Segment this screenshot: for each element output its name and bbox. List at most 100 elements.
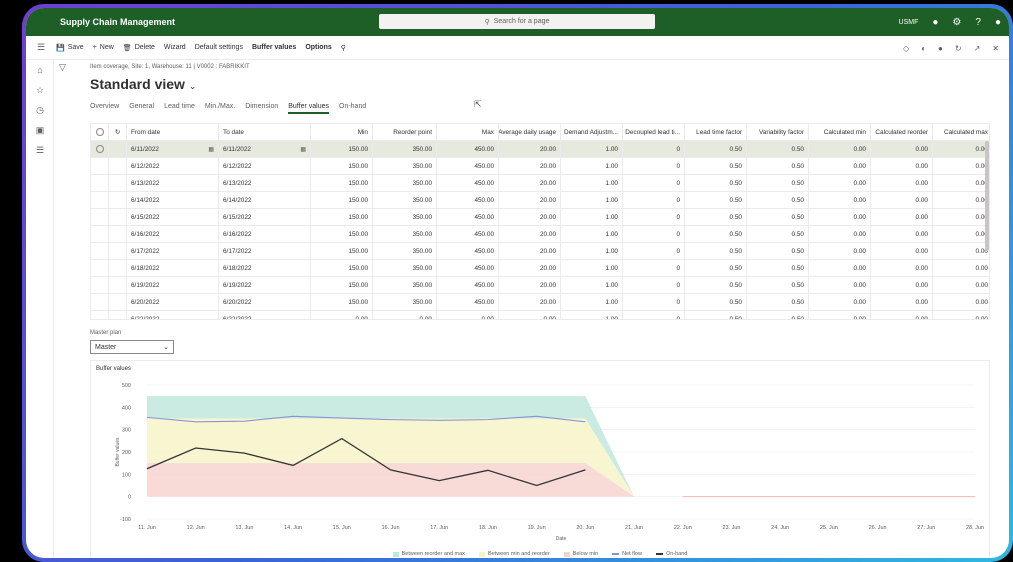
column-header[interactable]: Min bbox=[311, 124, 373, 140]
table-cell: 0.50 bbox=[685, 158, 747, 174]
table-cell[interactable]: 0 bbox=[623, 141, 685, 157]
table-row[interactable]: 6/16/2022 6/16/2022 150.00 350.00 450.00 20.0… bbox=[91, 226, 989, 243]
column-header[interactable]: Max bbox=[437, 124, 499, 140]
row-select-radio[interactable] bbox=[91, 260, 109, 276]
legend-item[interactable]: Between min and reorder bbox=[478, 551, 550, 557]
table-row[interactable]: 6/14/2022 6/14/2022 150.00 350.00 450.00 20.0… bbox=[91, 192, 989, 209]
refresh-icon[interactable]: ↻ bbox=[955, 44, 962, 53]
search-box[interactable]: ⚲ Search for a page bbox=[379, 14, 655, 29]
table-cell[interactable]: 6/11/2022 ▦ bbox=[219, 141, 311, 157]
table-row[interactable]: 6/20/2022 6/20/2022 150.00 350.00 450.00 20.0… bbox=[91, 294, 989, 311]
tab-overview[interactable]: Overview bbox=[90, 103, 119, 114]
bell-icon[interactable]: ● bbox=[932, 17, 938, 28]
column-header[interactable]: Demand Adjustm... bbox=[561, 124, 623, 140]
master-plan-select[interactable]: Master ⌄ bbox=[90, 340, 174, 354]
table-cell: 1.00 bbox=[561, 209, 623, 225]
legend-item[interactable]: On-hand bbox=[655, 551, 687, 557]
table-cell[interactable]: 1.00 bbox=[561, 141, 623, 157]
cell-text: 6/20/2022 bbox=[223, 298, 252, 306]
buffer-values-button[interactable]: Buffer values bbox=[252, 44, 296, 51]
save-button[interactable]: 💾 Save bbox=[56, 44, 84, 52]
tab-dimension[interactable]: Dimension bbox=[245, 103, 278, 114]
calendar-icon[interactable]: ▦ bbox=[300, 146, 306, 153]
table-cell[interactable]: 0.00 bbox=[871, 141, 933, 157]
column-header[interactable]: From date bbox=[127, 124, 219, 140]
star-icon[interactable]: ☆ bbox=[26, 80, 54, 100]
row-select-radio[interactable] bbox=[91, 192, 109, 208]
row-select-radio[interactable] bbox=[91, 243, 109, 259]
options-button[interactable]: Options bbox=[305, 44, 331, 51]
hamburger-icon[interactable]: ☰ bbox=[26, 42, 56, 53]
column-header[interactable]: Lead time factor bbox=[685, 124, 747, 140]
popout-icon[interactable]: ↗ bbox=[974, 44, 981, 53]
table-cell[interactable]: 20.00 bbox=[499, 141, 561, 157]
table-row[interactable]: 6/15/2022 6/15/2022 150.00 350.00 450.00 20.0… bbox=[91, 209, 989, 226]
master-plan-value: Master bbox=[95, 343, 117, 351]
table-row[interactable]: 6/22/2022 6/22/2022 0.00 0.00 0.00 0.00 1.00 0 0… bbox=[91, 311, 989, 319]
row-select-radio[interactable] bbox=[91, 311, 109, 319]
table-cell[interactable]: 0.00 bbox=[809, 141, 871, 157]
table-row[interactable]: 6/12/2022 6/12/2022 150.00 350.00 450.00 20.0… bbox=[91, 158, 989, 175]
table-cell[interactable]: 350.00 bbox=[373, 141, 437, 157]
cell-text: 0.50 bbox=[791, 298, 804, 306]
new-button[interactable]: + New bbox=[93, 44, 114, 51]
attachment-badge-icon[interactable]: ● bbox=[938, 44, 943, 53]
row-select-radio[interactable] bbox=[91, 277, 109, 293]
app-title[interactable]: Supply Chain Management bbox=[60, 17, 175, 27]
table-cell[interactable]: 6/11/2022 ▦ bbox=[127, 141, 219, 157]
table-cell[interactable]: 0.50 bbox=[685, 141, 747, 157]
help-icon[interactable]: ? bbox=[975, 17, 981, 28]
company-picker[interactable]: USMF bbox=[899, 19, 919, 26]
table-cell[interactable]: 0.50 bbox=[747, 141, 809, 157]
office-icon[interactable]: ◐ bbox=[921, 44, 926, 53]
row-select-radio[interactable] bbox=[91, 226, 109, 242]
legend-item[interactable]: Net flow bbox=[612, 551, 642, 557]
tab-general[interactable]: General bbox=[129, 103, 154, 114]
table-row[interactable]: 6/13/2022 6/13/2022 150.00 350.00 450.00 20.0… bbox=[91, 175, 989, 192]
row-select-radio[interactable] bbox=[91, 158, 109, 174]
search-cmd-icon[interactable]: ⚲ bbox=[341, 44, 346, 52]
row-select-radio[interactable] bbox=[91, 141, 109, 157]
column-header[interactable]: To date bbox=[219, 124, 311, 140]
legend-item[interactable]: Between reorder and max bbox=[392, 551, 465, 557]
delete-button[interactable]: 🗑 Delete bbox=[123, 44, 155, 52]
grid-scrollbar[interactable] bbox=[985, 141, 989, 251]
tab-lead-time[interactable]: Lead time bbox=[164, 103, 195, 114]
row-select-radio[interactable] bbox=[91, 294, 109, 310]
default-settings-button[interactable]: Default settings bbox=[195, 44, 243, 51]
table-cell[interactable]: 0.00 bbox=[933, 141, 989, 157]
avatar[interactable]: ● bbox=[995, 17, 1001, 28]
select-all-radio[interactable] bbox=[91, 124, 109, 140]
diamond-icon[interactable]: ◇ bbox=[903, 44, 909, 53]
page-title[interactable]: Standard view ⌄ bbox=[90, 76, 196, 92]
column-header[interactable]: Calculated reorder bbox=[871, 124, 933, 140]
calendar-icon[interactable]: ▦ bbox=[208, 146, 214, 153]
table-row[interactable]: 6/11/2022 ▦ 6/11/2022 ▦ 150.00 350.00 450.00 20… bbox=[91, 141, 989, 158]
row-select-radio[interactable] bbox=[91, 209, 109, 225]
column-header[interactable]: Calculated min bbox=[809, 124, 871, 140]
tab-buffer-values[interactable]: Buffer values bbox=[288, 103, 329, 114]
gear-icon[interactable]: ⚙ bbox=[952, 17, 961, 28]
filter-icon[interactable]: ▽ bbox=[59, 62, 66, 73]
tab-min-max[interactable]: Min./Max. bbox=[205, 103, 235, 114]
home-icon[interactable]: ⌂ bbox=[26, 60, 54, 80]
table-row[interactable]: 6/17/2022 6/17/2022 150.00 350.00 450.00 20.0… bbox=[91, 243, 989, 260]
legend-item[interactable]: Below min bbox=[563, 551, 598, 557]
table-row[interactable]: 6/18/2022 6/18/2022 150.00 350.00 450.00 20.0… bbox=[91, 260, 989, 277]
refresh-icon[interactable]: ↻ bbox=[109, 124, 127, 140]
row-select-radio[interactable] bbox=[91, 175, 109, 191]
wizard-button[interactable]: Wizard bbox=[164, 44, 186, 51]
column-header[interactable]: Reorder point bbox=[373, 124, 437, 140]
tab-on-hand[interactable]: On-hand bbox=[339, 103, 366, 114]
clock-icon[interactable]: ◷ bbox=[26, 100, 54, 120]
table-cell[interactable]: 150.00 bbox=[311, 141, 373, 157]
list-icon[interactable]: ☰ bbox=[26, 140, 54, 160]
column-header[interactable]: Average daily usage bbox=[499, 124, 561, 140]
close-icon[interactable]: ✕ bbox=[992, 44, 999, 53]
column-header[interactable]: Calculated max bbox=[933, 124, 989, 140]
column-header[interactable]: Decoupled lead ti... bbox=[623, 124, 685, 140]
table-cell[interactable]: 450.00 bbox=[437, 141, 499, 157]
column-header[interactable]: Variability factor bbox=[747, 124, 809, 140]
workspace-icon[interactable]: ▣ bbox=[26, 120, 54, 140]
table-row[interactable]: 6/19/2022 6/19/2022 150.00 350.00 450.00 20.0… bbox=[91, 277, 989, 294]
